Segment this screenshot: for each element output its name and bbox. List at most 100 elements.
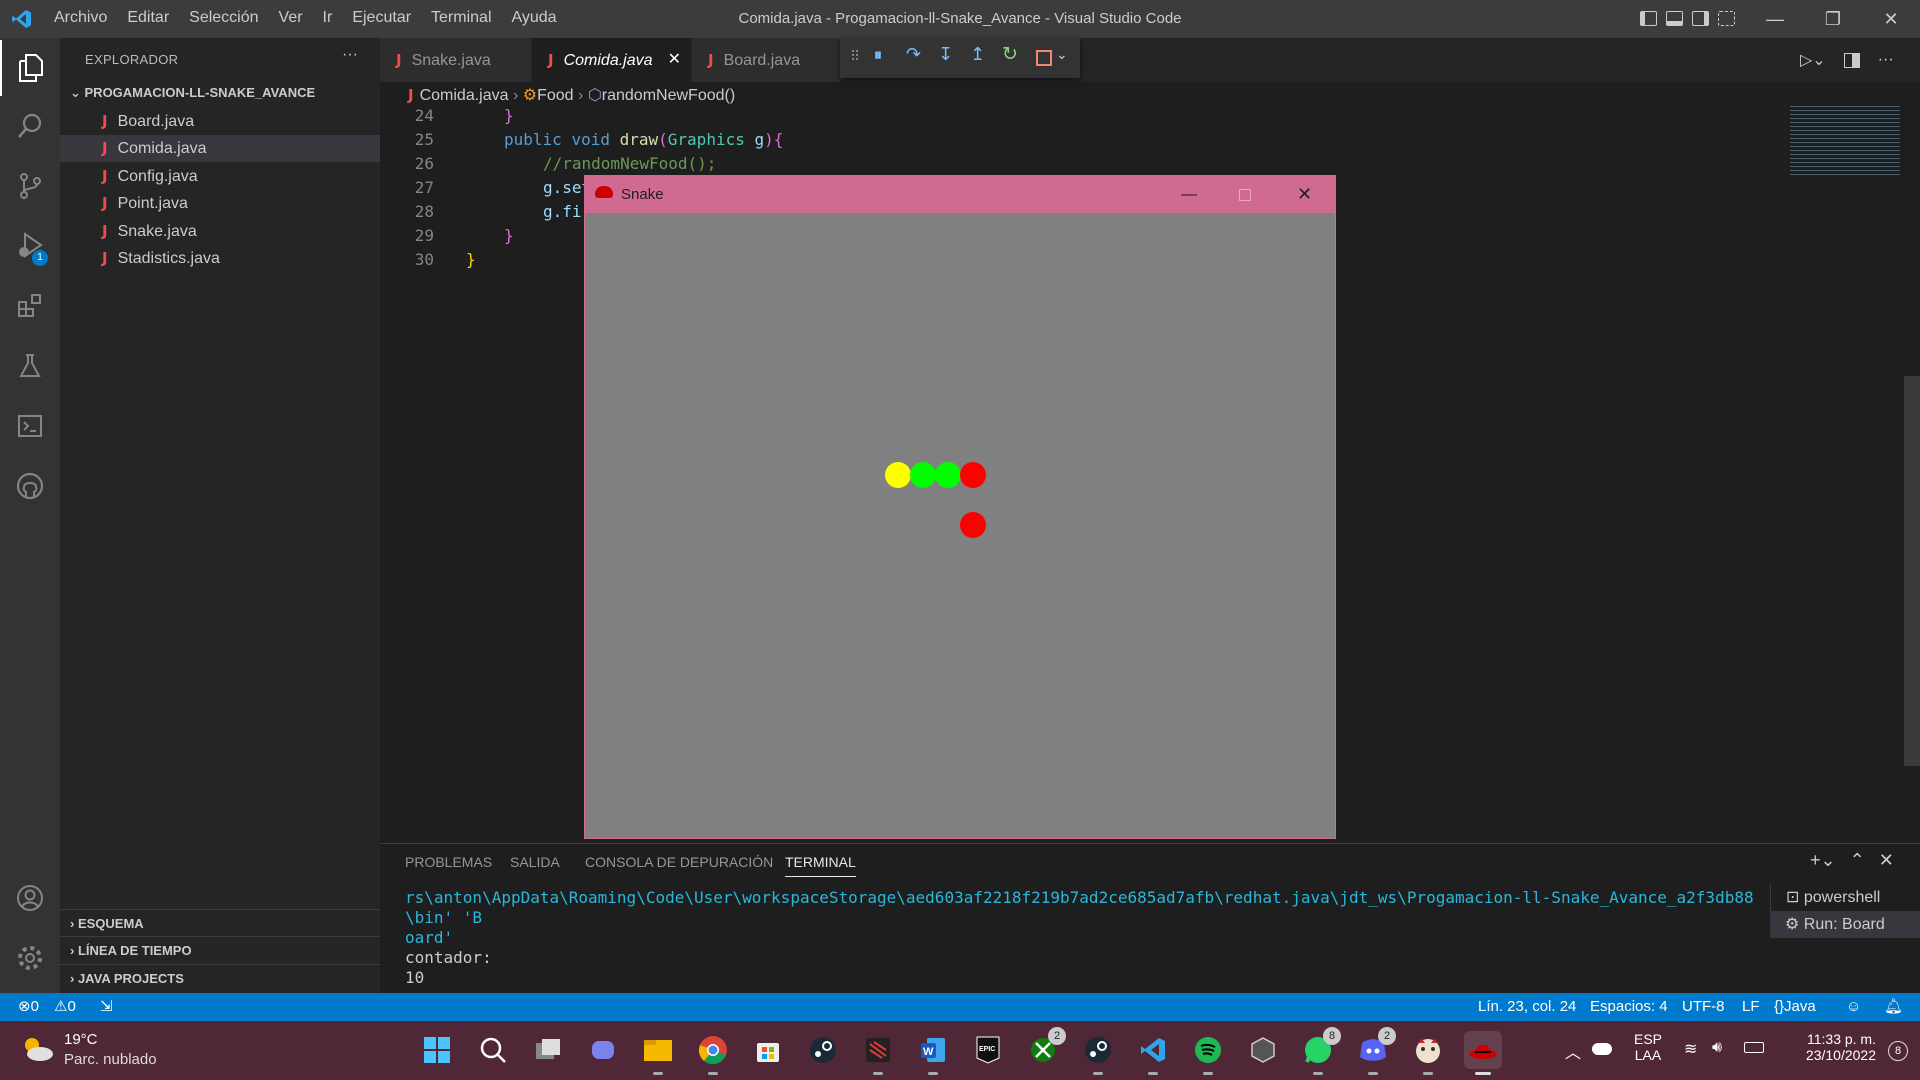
section-esquema[interactable]: › ESQUEMA xyxy=(60,909,380,936)
tab-comida[interactable]: J Comida.java ✕ xyxy=(532,38,692,82)
pause-icon[interactable]: ⏸ xyxy=(874,47,882,65)
run-play-icon[interactable]: ▷⌄ xyxy=(1800,50,1826,70)
battery-icon[interactable] xyxy=(1744,1042,1764,1053)
close-panel-icon[interactable]: ✕ xyxy=(1879,850,1894,871)
snake-maximize-button[interactable] xyxy=(1239,189,1251,201)
indentation[interactable]: Espacios: 4 xyxy=(1590,993,1668,1021)
spotify-icon[interactable] xyxy=(1189,1031,1227,1075)
whatsapp-icon[interactable]: 8 xyxy=(1299,1027,1341,1075)
menu-archivo[interactable]: Archivo xyxy=(54,9,107,27)
maximize-button[interactable]: ❐ xyxy=(1804,0,1862,38)
minimap[interactable] xyxy=(1790,106,1900,176)
toggle-panel-icon[interactable] xyxy=(1666,11,1683,26)
testing-icon[interactable] xyxy=(0,338,60,394)
redhat-java-icon[interactable] xyxy=(1464,1031,1502,1075)
xbox-icon[interactable]: 2 xyxy=(1024,1027,1066,1069)
close-button[interactable]: ✕ xyxy=(1862,0,1920,38)
menu-ver[interactable]: Ver xyxy=(279,9,303,27)
tab-snake[interactable]: J Snake.java xyxy=(380,38,532,82)
epic-games-icon[interactable]: EPIC xyxy=(969,1031,1007,1069)
volume-icon[interactable]: 🔊︎ xyxy=(1712,1039,1722,1057)
errors-indicator[interactable]: ⊗ 0 xyxy=(18,993,39,1021)
cursor-position[interactable]: Lín. 23, col. 24 xyxy=(1478,993,1576,1021)
notifications-bell-icon[interactable]: 🔔︎ xyxy=(1884,993,1903,1021)
file-config[interactable]: J Config.java xyxy=(60,163,380,190)
accounts-icon[interactable] xyxy=(0,870,60,926)
menu-ayuda[interactable]: Ayuda xyxy=(512,9,557,27)
live-share-icon[interactable]: ⇲ xyxy=(100,993,113,1021)
section-java-projects[interactable]: › JAVA PROJECTS xyxy=(60,964,380,991)
breadcrumb-class[interactable]: Food xyxy=(537,87,573,104)
terminal-output[interactable]: rs\anton\AppData\Roaming\Code\User\works… xyxy=(405,888,1765,988)
vscode-taskbar-icon[interactable] xyxy=(1134,1031,1172,1075)
step-out-icon[interactable]: ↥ xyxy=(970,44,985,65)
ms-store-icon[interactable] xyxy=(749,1031,787,1069)
scrollbar[interactable] xyxy=(1904,376,1920,766)
file-explorer-icon[interactable] xyxy=(639,1031,677,1075)
github-icon[interactable] xyxy=(0,458,60,514)
terminal-instance-powershell[interactable]: ⊡ powershell xyxy=(1770,884,1920,911)
toggle-sidebar-icon[interactable] xyxy=(1640,11,1657,26)
unity-icon[interactable] xyxy=(1244,1031,1282,1069)
tab-consola-depuracion[interactable]: CONSOLA DE DEPURACIÓN xyxy=(585,854,773,870)
language-mode[interactable]: {} Java xyxy=(1774,993,1816,1021)
input-language[interactable]: ESP LAA xyxy=(1634,1031,1662,1063)
snake-close-button[interactable]: ✕ xyxy=(1297,176,1312,213)
menu-seleccion[interactable]: Selección xyxy=(189,9,258,27)
explorer-icon[interactable] xyxy=(0,40,60,96)
wifi-icon[interactable]: ≋ xyxy=(1684,1039,1697,1059)
extensions-icon[interactable] xyxy=(0,278,60,334)
steam-icon[interactable] xyxy=(804,1031,842,1069)
restart-icon[interactable]: ↻ xyxy=(1002,43,1018,66)
encoding[interactable]: UTF-8 xyxy=(1682,993,1725,1021)
word-icon[interactable]: W xyxy=(914,1031,952,1075)
eol[interactable]: LF xyxy=(1742,993,1760,1021)
dev-app-icon[interactable] xyxy=(859,1031,897,1075)
notification-count-badge[interactable]: 8 xyxy=(1888,1041,1908,1061)
file-point[interactable]: J Point.java xyxy=(60,190,380,217)
menu-ejecutar[interactable]: Ejecutar xyxy=(352,9,411,27)
menu-editar[interactable]: Editar xyxy=(127,9,169,27)
tab-salida[interactable]: SALIDA xyxy=(510,854,560,870)
task-view-icon[interactable] xyxy=(529,1031,567,1069)
tab-problemas[interactable]: PROBLEMAS xyxy=(405,854,492,870)
terminal-instance-run-board[interactable]: ⚙ Run: Board xyxy=(1770,911,1920,938)
tab-board[interactable]: J Board.java xyxy=(692,38,842,82)
run-debug-icon[interactable]: 1 xyxy=(0,218,60,274)
clock[interactable]: 11:33 p. m. 23/10/2022 xyxy=(1780,1031,1876,1063)
project-folder[interactable]: ⌄ PROGAMACION-LL-SNAKE_AVANCE xyxy=(60,82,380,104)
windows-start-icon[interactable] xyxy=(418,1031,456,1069)
snake-minimize-button[interactable]: — xyxy=(1181,176,1197,213)
terminal-view-icon[interactable] xyxy=(0,398,60,454)
file-board[interactable]: J Board.java xyxy=(60,108,380,135)
menu-ir[interactable]: Ir xyxy=(323,9,333,27)
chrome-icon[interactable] xyxy=(694,1031,732,1075)
step-into-icon[interactable]: ↧ xyxy=(938,44,953,65)
menu-terminal[interactable]: Terminal xyxy=(431,9,491,27)
new-terminal-icon[interactable]: +⌄ xyxy=(1810,850,1836,871)
steam-running-icon[interactable] xyxy=(1079,1031,1117,1075)
discord-icon[interactable]: 2 xyxy=(1354,1027,1396,1075)
settings-gear-icon[interactable] xyxy=(0,930,60,986)
step-over-icon[interactable]: ↷ xyxy=(906,44,921,65)
chevron-down-icon[interactable]: ⌄ xyxy=(1056,46,1068,63)
file-stadistics[interactable]: J Stadistics.java xyxy=(60,245,380,272)
breadcrumb-method[interactable]: randomNewFood() xyxy=(602,87,735,104)
file-comida[interactable]: J Comida.java xyxy=(60,135,380,162)
source-control-icon[interactable] xyxy=(0,158,60,214)
tab-terminal[interactable]: TERMINAL xyxy=(785,854,856,877)
more-actions-icon[interactable]: ··· xyxy=(1878,51,1894,69)
game-app-icon[interactable] xyxy=(1409,1031,1447,1075)
search-icon[interactable] xyxy=(0,98,60,154)
split-editor-icon[interactable] xyxy=(1843,52,1860,68)
file-snake[interactable]: J Snake.java xyxy=(60,218,380,245)
close-tab-icon[interactable]: ✕ xyxy=(668,38,681,82)
feedback-icon[interactable]: ☺ xyxy=(1846,993,1861,1021)
onedrive-icon[interactable] xyxy=(1592,1043,1612,1055)
section-linea-tiempo[interactable]: › LÍNEA DE TIEMPO xyxy=(60,936,380,963)
show-hidden-icons-chevron-icon[interactable]: ︿ xyxy=(1565,1039,1581,1063)
search-icon[interactable] xyxy=(474,1031,512,1069)
breadcrumb-file[interactable]: Comida.java xyxy=(420,87,509,104)
maximize-panel-icon[interactable]: ⌃ xyxy=(1850,850,1865,871)
stop-icon[interactable] xyxy=(1036,50,1052,66)
